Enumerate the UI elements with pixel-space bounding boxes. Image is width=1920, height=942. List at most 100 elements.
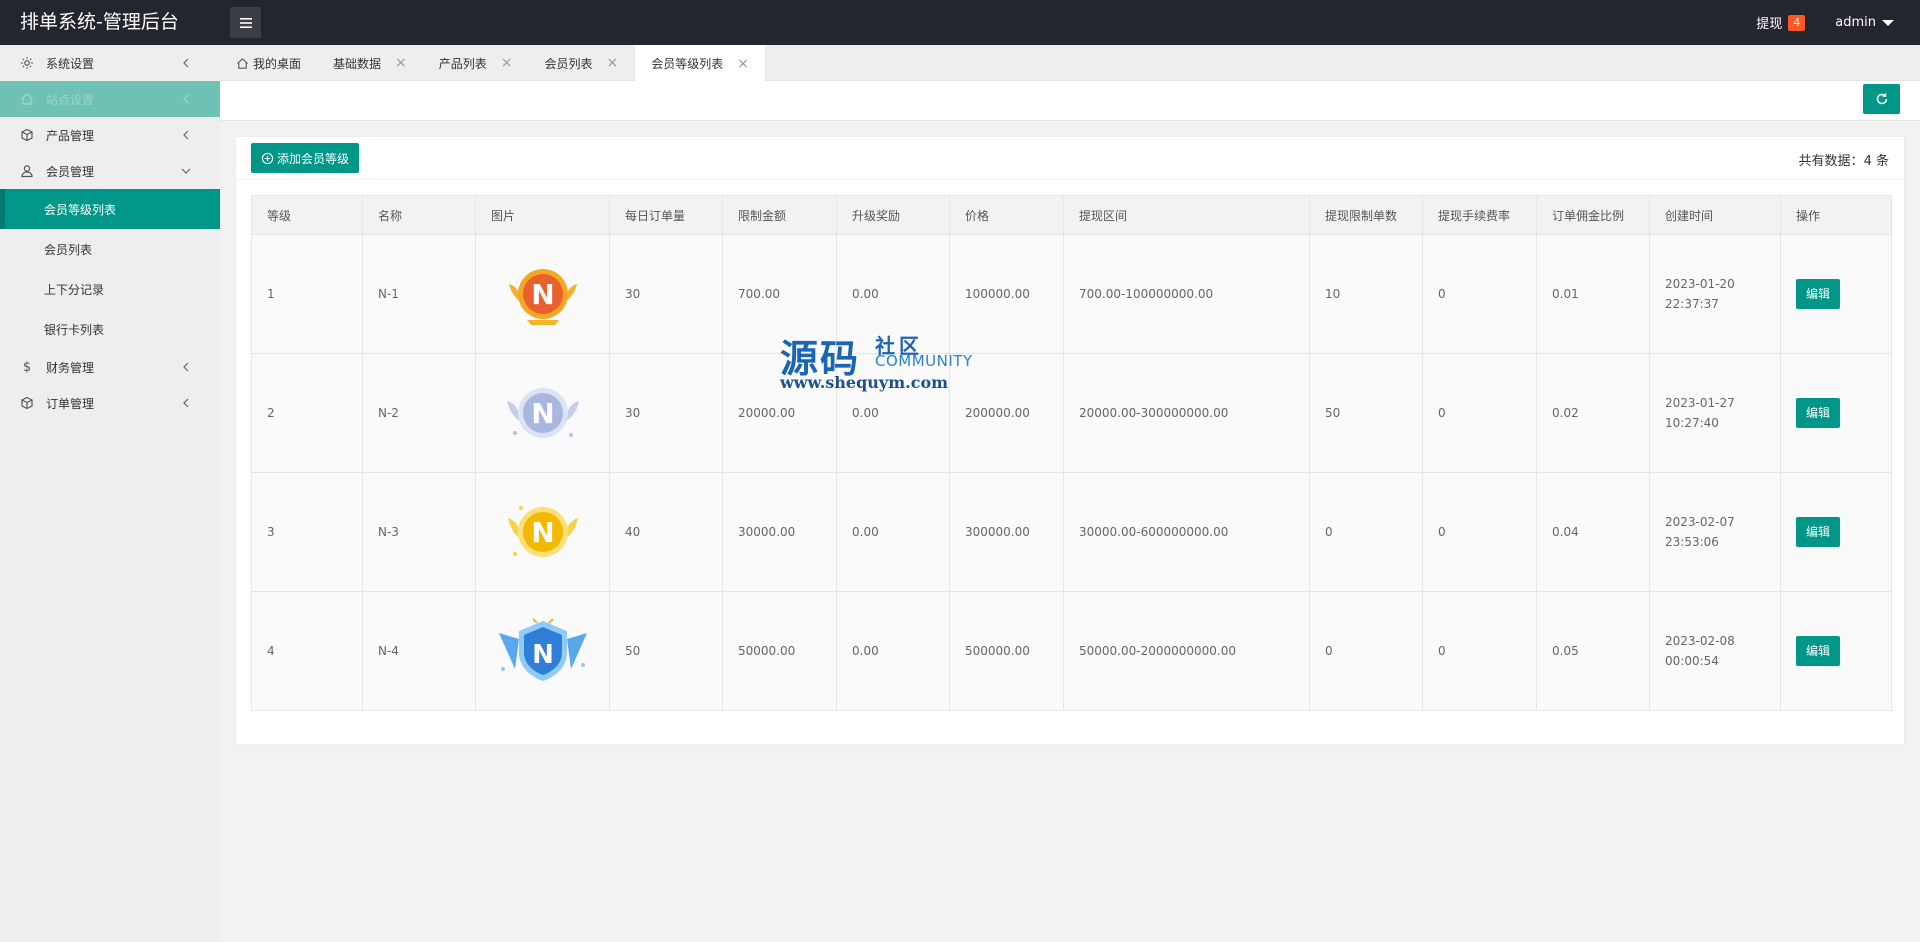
close-icon[interactable]: × [501, 56, 513, 70]
cell-name: N-2 [362, 353, 476, 473]
cell-name: N-1 [362, 234, 476, 354]
svg-text:N: N [531, 278, 554, 311]
svg-text:N: N [531, 516, 554, 549]
edit-button[interactable]: 编辑 [1796, 279, 1841, 309]
sidebar-sub-member-level-list[interactable]: 会员等级列表 [0, 189, 220, 229]
caret-down-icon [1882, 19, 1894, 26]
close-icon[interactable]: × [737, 57, 749, 71]
member-level-table: 等级 名称 图片 每日订单量 限制金额 升级奖励 价格 提现区间 提现限制单数 … [251, 195, 1892, 711]
column-header: 升级奖励 [836, 195, 950, 235]
cell-action: 编辑 [1780, 353, 1892, 473]
cell-withdraw-limit-count: 50 [1309, 353, 1423, 473]
menu-toggle-button[interactable] [230, 7, 261, 38]
column-header: 名称 [362, 195, 476, 235]
cell-upgrade-reward: 0.00 [836, 234, 950, 354]
divider [236, 179, 1904, 180]
cell-withdraw-fee: 0 [1422, 234, 1537, 354]
cell-upgrade-reward: 0.00 [836, 472, 950, 592]
column-header: 每日订单量 [609, 195, 723, 235]
sidebar-item-member-management[interactable]: 会员管理 [0, 153, 220, 189]
sidebar-sub-balance-records[interactable]: 上下分记录 [0, 269, 220, 309]
cell-upgrade-reward: 0.00 [836, 591, 950, 711]
box-icon [20, 396, 34, 410]
cell-withdraw-fee: 0 [1422, 472, 1537, 592]
cell-daily-orders: 30 [609, 234, 723, 354]
edit-button[interactable]: 编辑 [1796, 398, 1841, 428]
user-icon [20, 164, 34, 178]
level-badge-orange-image: N [508, 268, 577, 325]
cell-daily-orders: 40 [609, 472, 723, 592]
cell-withdraw-limit-count: 10 [1309, 234, 1423, 354]
cell-withdraw-limit-count: 0 [1309, 591, 1423, 711]
cell-action: 编辑 [1780, 234, 1892, 354]
cell-name: N-3 [362, 472, 476, 592]
cell-daily-orders: 30 [609, 353, 723, 473]
withdraw-count-badge: 4 [1788, 14, 1806, 31]
edit-button[interactable]: 编辑 [1796, 636, 1841, 666]
column-header: 创建时间 [1649, 195, 1781, 235]
column-header: 限制金额 [722, 195, 837, 235]
tab-basic-data[interactable]: 基础数据 × [317, 45, 423, 81]
cell-withdraw-fee: 0 [1422, 353, 1537, 473]
cell-image: N [475, 472, 610, 592]
table-row: 1 N-1 N 30 700.00 0.00 100000.00 700.00-… [251, 234, 1892, 354]
tab-my-desktop[interactable]: 我的桌面 [220, 45, 317, 81]
close-icon[interactable]: × [607, 56, 619, 70]
user-menu[interactable]: admin [1835, 15, 1894, 30]
tab-bar: 我的桌面 基础数据 × 产品列表 × 会员列表 × 会员等级列表 × [220, 45, 1920, 82]
cell-limit-amount: 700.00 [722, 234, 837, 354]
sidebar-item-finance-management[interactable]: $ 财务管理 [0, 349, 220, 385]
edit-button[interactable]: 编辑 [1796, 517, 1841, 547]
refresh-button[interactable] [1863, 84, 1900, 114]
level-badge-blue-image: N [498, 617, 587, 681]
cell-commission: 0.04 [1536, 472, 1650, 592]
cell-image: N [475, 234, 610, 354]
user-name: admin [1835, 15, 1876, 30]
level-badge-gold-image: N [507, 505, 578, 557]
home-icon [20, 92, 34, 106]
cell-action: 编辑 [1780, 591, 1892, 711]
cell-level: 1 [251, 234, 363, 354]
sidebar-item-order-management[interactable]: 订单管理 [0, 385, 220, 421]
cell-commission: 0.02 [1536, 353, 1650, 473]
cell-limit-amount: 20000.00 [722, 353, 837, 473]
column-header: 价格 [949, 195, 1064, 235]
gear-icon [20, 56, 34, 70]
column-header: 提现手续费率 [1422, 195, 1537, 235]
tab-member-list[interactable]: 会员列表 × [529, 45, 635, 81]
cell-image: N [475, 353, 610, 473]
chevron-left-icon [183, 398, 189, 408]
column-header: 提现限制单数 [1309, 195, 1423, 235]
close-icon[interactable]: × [395, 56, 407, 70]
content-toolbar [220, 81, 1920, 121]
sidebar-sub-bank-card-list[interactable]: 银行卡列表 [0, 309, 220, 349]
cell-created-time: 2023-02-08 00:00:54 [1649, 591, 1781, 711]
cell-withdraw-limit-count: 0 [1309, 472, 1423, 592]
table-row: 3 N-3 N 40 30000.00 0.00 300000.00 30000… [251, 472, 1892, 592]
cell-level: 4 [251, 591, 363, 711]
level-badge-silver-image: N [506, 387, 579, 438]
cell-price: 500000.00 [949, 591, 1064, 711]
tab-product-list[interactable]: 产品列表 × [423, 45, 529, 81]
cell-commission: 0.05 [1536, 591, 1650, 711]
sidebar-item-system-settings[interactable]: 系统设置 [0, 45, 220, 81]
cell-daily-orders: 50 [609, 591, 723, 711]
total-count: 共有数据：4 条 [1798, 154, 1889, 169]
sidebar-sub-member-list[interactable]: 会员列表 [0, 229, 220, 269]
withdraw-label: 提现 [1756, 17, 1783, 32]
sidebar-item-product-management[interactable]: 产品管理 [0, 117, 220, 153]
cell-name: N-4 [362, 591, 476, 711]
cell-upgrade-reward: 0.00 [836, 353, 950, 473]
sidebar-item-site-settings[interactable]: 站点设置 [0, 81, 220, 117]
refresh-icon [1876, 93, 1887, 105]
tab-member-level-list[interactable]: 会员等级列表 × [634, 45, 767, 82]
cell-created-time: 2023-01-20 22:37:37 [1649, 234, 1781, 354]
column-header: 等级 [251, 195, 363, 235]
cell-withdraw-fee: 0 [1422, 591, 1537, 711]
add-member-level-button[interactable]: 添加会员等级 [251, 143, 360, 173]
cell-level: 2 [251, 353, 363, 473]
svg-text:N: N [532, 640, 554, 670]
main-panel: 添加会员等级 共有数据：4 条 等级 名称 图片 每日订单量 限制金额 升级奖励… [235, 136, 1905, 745]
table-header-row: 等级 名称 图片 每日订单量 限制金额 升级奖励 价格 提现区间 提现限制单数 … [251, 195, 1892, 235]
withdraw-link[interactable]: 提现 4 [1756, 13, 1806, 32]
